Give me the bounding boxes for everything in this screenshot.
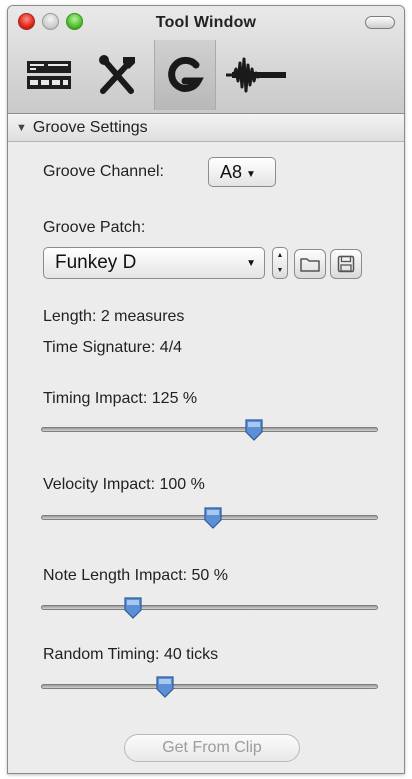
slider-thumb[interactable] xyxy=(245,419,263,441)
groove-patch-label: Groove Patch: xyxy=(43,219,146,236)
chevron-down-icon: ▼ xyxy=(246,168,256,180)
groove-patch-value: Funkey D xyxy=(55,252,137,273)
groove-settings-header[interactable]: ▼ Groove Settings xyxy=(8,114,404,142)
velocity-impact-label: Velocity Impact: 100 % xyxy=(43,476,205,493)
tools-icon xyxy=(99,55,135,94)
time-signature-text: Time Signature: 4/4 xyxy=(43,339,183,356)
groove-patch-popup[interactable]: Funkey D ▼ xyxy=(43,247,265,279)
get-from-clip-label: Get From Clip xyxy=(162,739,262,756)
get-from-clip-button[interactable]: Get From Clip xyxy=(124,734,300,762)
window-title: Tool Window xyxy=(155,14,257,31)
tool-window: Tool Window ▼ Groove Settings Groove Cha… xyxy=(7,5,405,774)
open-patch-button[interactable] xyxy=(294,249,326,279)
chevron-down-icon: ▼ xyxy=(246,258,256,269)
section-title: Groove Settings xyxy=(32,118,148,136)
folder-icon xyxy=(300,258,320,272)
groove-icon xyxy=(168,56,204,92)
toolbar-button-groove[interactable] xyxy=(154,40,216,110)
toolbar-button-audio[interactable] xyxy=(222,40,288,110)
slider-thumb[interactable] xyxy=(124,597,143,619)
save-disk-icon xyxy=(337,255,355,273)
timing-impact-slider[interactable] xyxy=(41,419,378,441)
stepper-up-icon[interactable]: ▲ xyxy=(277,252,284,259)
groove-channel-label: Groove Channel: xyxy=(43,163,164,180)
title-bar: Tool Window xyxy=(8,6,404,114)
groove-settings-panel: Groove Channel: A8 ▼ Groove Patch: Funke… xyxy=(8,143,404,773)
patch-stepper[interactable]: ▲ ▼ xyxy=(272,247,288,279)
random-timing-label: Random Timing: 40 ticks xyxy=(43,646,219,663)
groove-channel-value: A8 xyxy=(220,161,243,182)
toolbar-button-transport[interactable] xyxy=(18,40,80,110)
timing-impact-label: Timing Impact: 125 % xyxy=(43,390,198,407)
slider-thumb[interactable] xyxy=(204,507,222,529)
groove-channel-popup[interactable]: A8 ▼ xyxy=(208,157,276,187)
note-length-impact-label: Note Length Impact: 50 % xyxy=(43,567,228,584)
length-text: Length: 2 measures xyxy=(43,308,185,325)
velocity-impact-slider[interactable] xyxy=(41,507,378,529)
random-timing-slider[interactable] xyxy=(41,676,378,698)
waveform-icon xyxy=(226,57,286,93)
toolbar-button-tools[interactable] xyxy=(86,40,148,110)
disclosure-triangle-icon[interactable]: ▼ xyxy=(16,122,27,134)
slider-thumb[interactable] xyxy=(156,676,174,698)
toolbar-toggle-button[interactable] xyxy=(365,16,395,29)
note-length-impact-slider[interactable] xyxy=(41,597,378,619)
transport-icon xyxy=(27,61,71,89)
stepper-down-icon[interactable]: ▼ xyxy=(277,267,284,274)
save-patch-button[interactable] xyxy=(330,249,362,279)
